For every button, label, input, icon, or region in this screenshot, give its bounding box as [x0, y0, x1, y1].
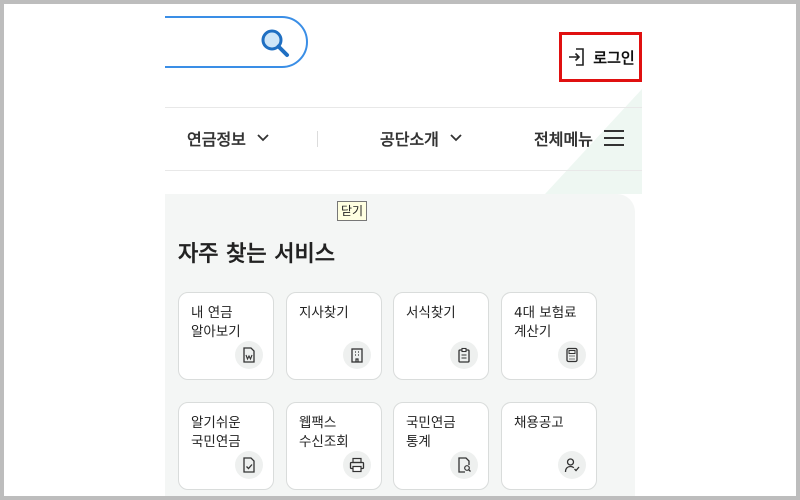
- printer-icon: [343, 451, 371, 479]
- chevron-down-icon: [257, 134, 269, 142]
- login-arrow-icon: [569, 48, 585, 66]
- card-label: 지사찾기: [299, 305, 349, 321]
- search-icon: [261, 29, 289, 57]
- document-won-icon: [235, 341, 263, 369]
- nav-item-pension-info[interactable]: 연금정보: [187, 122, 270, 154]
- nav-bottom-divider: [165, 170, 642, 171]
- nav-item-label: 공단소개: [380, 130, 439, 149]
- login-button[interactable]: 로그인: [560, 32, 642, 82]
- section-title: 자주 찾는 서비스: [178, 242, 335, 267]
- service-card-easy-pension[interactable]: 알기쉬운 국민연금: [178, 402, 274, 490]
- nav-item-label: 연금정보: [187, 130, 246, 149]
- service-card-statistics[interactable]: 국민연금 통계: [393, 402, 489, 490]
- card-label: 내 연금 알아보기: [191, 305, 241, 340]
- service-card-webfax[interactable]: 웹팩스 수신조회: [286, 402, 382, 490]
- search-input[interactable]: [165, 16, 308, 68]
- card-label: 채용공고: [514, 415, 564, 431]
- card-label: 국민연금 통계: [406, 415, 456, 450]
- person-check-icon: [558, 451, 586, 479]
- browser-frame: 로그인 연금정보 공단소개 전체메뉴 자주 찾는 서비스 내 연금 알아보기 지…: [4, 4, 796, 496]
- document-check-icon: [235, 451, 263, 479]
- search-button[interactable]: [258, 26, 292, 60]
- service-card-find-branch[interactable]: 지사찾기: [286, 292, 382, 380]
- nav-separator: [317, 131, 318, 147]
- chevron-down-icon: [450, 134, 462, 142]
- card-label: 알기쉬운 국민연금: [191, 415, 241, 450]
- page-viewport: 로그인 연금정보 공단소개 전체메뉴 자주 찾는 서비스 내 연금 알아보기 지…: [165, 4, 642, 496]
- building-icon: [343, 341, 371, 369]
- service-card-recruitment[interactable]: 채용공고: [501, 402, 597, 490]
- clipboard-icon: [450, 341, 478, 369]
- hamburger-menu-icon: [603, 130, 624, 146]
- frequent-services-panel: 자주 찾는 서비스 내 연금 알아보기 지사찾기 서식찾기 4대 보험료 계산기…: [165, 194, 635, 496]
- nav-top-divider: [165, 107, 642, 108]
- close-tooltip: 닫기: [337, 201, 368, 221]
- nav-item-about[interactable]: 공단소개: [380, 122, 463, 154]
- nav-item-all-menu[interactable]: 전체메뉴: [534, 122, 625, 154]
- service-card-find-forms[interactable]: 서식찾기: [393, 292, 489, 380]
- service-card-my-pension[interactable]: 내 연금 알아보기: [178, 292, 274, 380]
- nav-item-label: 전체메뉴: [534, 130, 593, 149]
- service-card-insurance-calculator[interactable]: 4대 보험료 계산기: [501, 292, 597, 380]
- login-label: 로그인: [593, 48, 635, 67]
- document-search-icon: [450, 451, 478, 479]
- calculator-icon: [558, 341, 586, 369]
- card-label: 웹팩스 수신조회: [299, 415, 349, 450]
- card-label: 4대 보험료 계산기: [514, 305, 577, 340]
- card-label: 서식찾기: [406, 305, 456, 321]
